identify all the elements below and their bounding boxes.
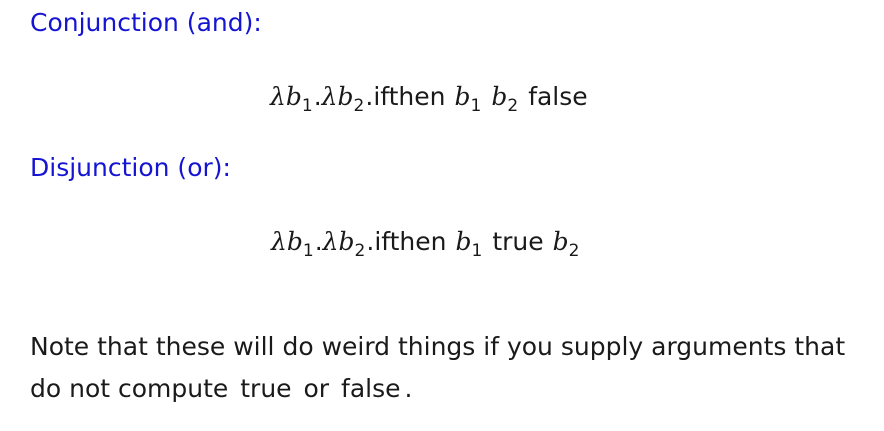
subscript: 2 (507, 96, 519, 116)
note-text-or: or (303, 374, 330, 403)
variable: b (491, 82, 508, 111)
lambda-symbol: λ (321, 82, 338, 111)
lambda-symbol: λ (270, 82, 286, 111)
dot: . (313, 82, 322, 111)
subscript: 2 (353, 96, 365, 116)
subscript: 1 (302, 241, 314, 261)
variable: b (454, 82, 471, 111)
dot: . (314, 227, 323, 256)
false-literal: false (528, 82, 588, 111)
variable: b (285, 82, 302, 111)
disjunction-formula: λb1.λb2.ifthen b1 true b2 (271, 227, 581, 261)
conjunction-heading: Conjunction (and): (30, 8, 262, 37)
note-paragraph: Note that these will do weird things if … (30, 326, 860, 410)
variable: b (286, 227, 303, 256)
subscript: 1 (471, 241, 483, 261)
lambda-symbol: λ (322, 227, 339, 256)
subscript: 2 (354, 241, 366, 261)
lambda-symbol: λ (271, 227, 287, 256)
subscript: 1 (301, 96, 313, 116)
true-code: true (240, 374, 292, 403)
variable: b (337, 82, 354, 111)
disjunction-heading: Disjunction (or): (30, 153, 231, 182)
conjunction-formula: λb1.λb2.ifthen b1 b2 false (270, 82, 588, 116)
variable: b (455, 227, 472, 256)
subscript: 2 (568, 241, 580, 261)
note-period: . (404, 374, 413, 403)
ifthen-keyword: ifthen (373, 82, 446, 111)
variable: b (552, 227, 569, 256)
subscript: 1 (470, 96, 482, 116)
true-literal: true (492, 227, 544, 256)
note-text: Note that these will do weird things if … (30, 332, 846, 403)
variable: b (338, 227, 355, 256)
false-code: false (341, 374, 401, 403)
ifthen-keyword: ifthen (374, 227, 447, 256)
